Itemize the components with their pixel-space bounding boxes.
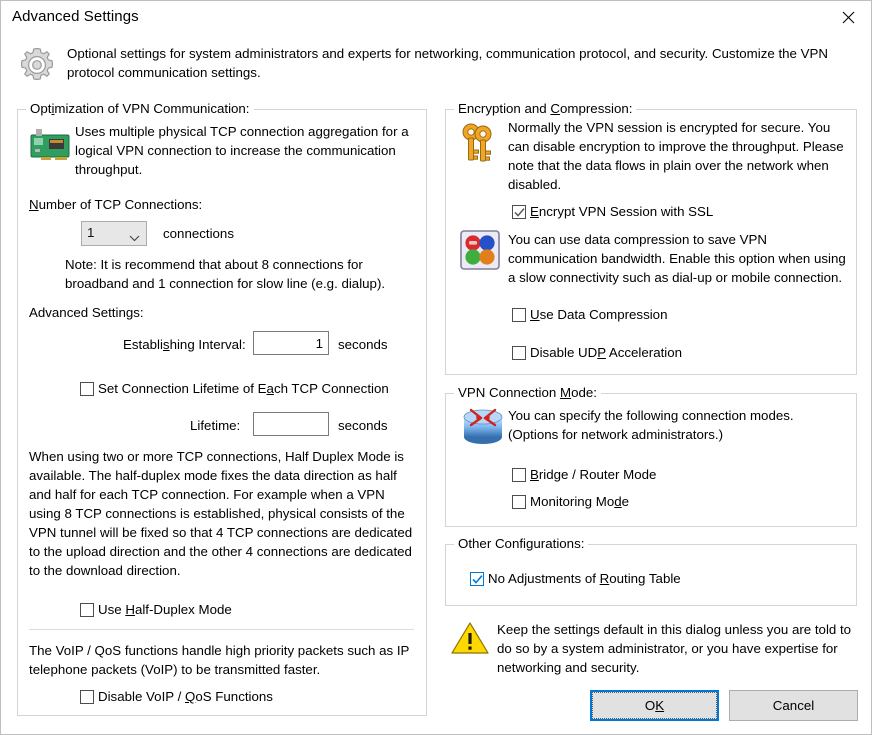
checkbox-box <box>470 572 484 586</box>
checkbox-box <box>512 205 526 219</box>
voip-checkbox[interactable]: Disable VoIP / QoS Functions <box>80 688 273 706</box>
window-title: Advanced Settings <box>12 8 139 25</box>
ok-button-label: OK <box>644 698 665 713</box>
chevron-down-icon <box>129 230 140 245</box>
use-data-compression-checkbox[interactable]: Use Data Compression <box>512 306 667 324</box>
cancel-button-label: Cancel <box>772 698 815 713</box>
keys-icon <box>457 120 501 166</box>
set-lifetime-checkbox[interactable]: Set Connection Lifetime of Each TCP Conn… <box>80 380 389 398</box>
tcp-connections-select[interactable]: 1 <box>81 221 147 246</box>
group-encryption: Encryption and Compression: Normally the… <box>445 101 857 375</box>
checkbox-box <box>512 308 526 322</box>
router-icon <box>460 406 506 448</box>
tcp-connections-note: Note: It is recommend that about 8 conne… <box>65 257 386 291</box>
disable-udp-label: Disable UDP Acceleration <box>530 345 683 360</box>
compression-icon <box>460 230 500 270</box>
advanced-settings-dialog: Advanced Settings Optional settings for … <box>0 0 872 735</box>
no-routing-adjust-checkbox[interactable]: No Adjustments of Routing Table <box>470 570 681 588</box>
checkbox-box <box>80 382 94 396</box>
group-other-configurations: Other Configurations: No Adjustments of … <box>445 536 857 606</box>
checkbox-box <box>512 346 526 360</box>
title-bar: Advanced Settings <box>1 1 871 34</box>
tcp-connections-value: 1 <box>87 225 95 240</box>
group-encryption-legend: Encryption and Compression: <box>454 101 637 116</box>
establishing-interval-label: Establishing Interval: <box>123 337 246 352</box>
optimization-description: Uses multiple physical TCP connection ag… <box>75 124 409 177</box>
encrypt-ssl-checkbox[interactable]: Encrypt VPN Session with SSL <box>512 203 713 221</box>
bridge-router-mode-label: Bridge / Router Mode <box>530 467 657 482</box>
cancel-button[interactable]: Cancel <box>729 690 858 721</box>
establishing-interval-unit: seconds <box>338 337 388 352</box>
monitoring-mode-checkbox[interactable]: Monitoring Mode <box>512 493 629 511</box>
half-duplex-label: Use Half-Duplex Mode <box>98 602 232 617</box>
ok-button-focus-ring: OK <box>592 692 717 719</box>
compression-description: You can use data compression to save VPN… <box>508 232 846 285</box>
checkbox-box <box>512 495 526 509</box>
no-routing-adjust-label: No Adjustments of Routing Table <box>488 571 681 586</box>
set-lifetime-label: Set Connection Lifetime of Each TCP Conn… <box>98 381 389 396</box>
checkbox-box <box>80 603 94 617</box>
lifetime-unit: seconds <box>338 418 388 433</box>
bridge-router-mode-checkbox[interactable]: Bridge / Router Mode <box>512 466 656 484</box>
group-other-configurations-legend: Other Configurations: <box>454 536 589 551</box>
lifetime-input[interactable] <box>253 412 329 436</box>
divider <box>29 629 414 630</box>
tcp-connections-label: Number of TCP Connections: <box>29 197 203 212</box>
connections-unit-label: connections <box>163 226 234 241</box>
group-connection-mode-legend: VPN Connection Mode: <box>454 385 601 400</box>
group-optimization-legend: Optimization of VPN Communication: <box>26 101 254 116</box>
half-duplex-description: When using two or more TCP connections, … <box>29 449 413 578</box>
network-card-icon <box>29 125 71 167</box>
encrypt-description: Normally the VPN session is encrypted fo… <box>508 120 844 192</box>
half-duplex-checkbox[interactable]: Use Half-Duplex Mode <box>80 601 232 619</box>
gear-icon <box>16 44 58 86</box>
monitoring-mode-label: Monitoring Mode <box>530 494 630 509</box>
checkbox-box <box>80 690 94 704</box>
use-data-compression-label: Use Data Compression <box>530 307 668 322</box>
ok-button[interactable]: OK <box>590 690 719 721</box>
group-optimization: Optimization of VPN Communication: Uses … <box>17 101 427 716</box>
advanced-settings-label: Advanced Settings: <box>29 305 144 320</box>
voip-label: Disable VoIP / QoS Functions <box>98 689 273 704</box>
encrypt-ssl-label: Encrypt VPN Session with SSL <box>530 204 714 219</box>
warning-triangle-icon <box>451 621 489 655</box>
close-icon[interactable] <box>825 1 871 33</box>
group-connection-mode: VPN Connection Mode: You can specify the… <box>445 385 857 527</box>
establishing-interval-input[interactable] <box>253 331 329 355</box>
footer-warning-text: Keep the settings default in this dialog… <box>497 622 852 675</box>
connection-mode-description: You can specify the following connection… <box>508 408 794 442</box>
disable-udp-checkbox[interactable]: Disable UDP Acceleration <box>512 344 682 362</box>
lifetime-label: Lifetime: <box>190 418 241 433</box>
voip-description: The VoIP / QoS functions handle high pri… <box>29 643 410 677</box>
dialog-header-text: Optional settings for system administrat… <box>67 46 828 80</box>
checkbox-box <box>512 468 526 482</box>
